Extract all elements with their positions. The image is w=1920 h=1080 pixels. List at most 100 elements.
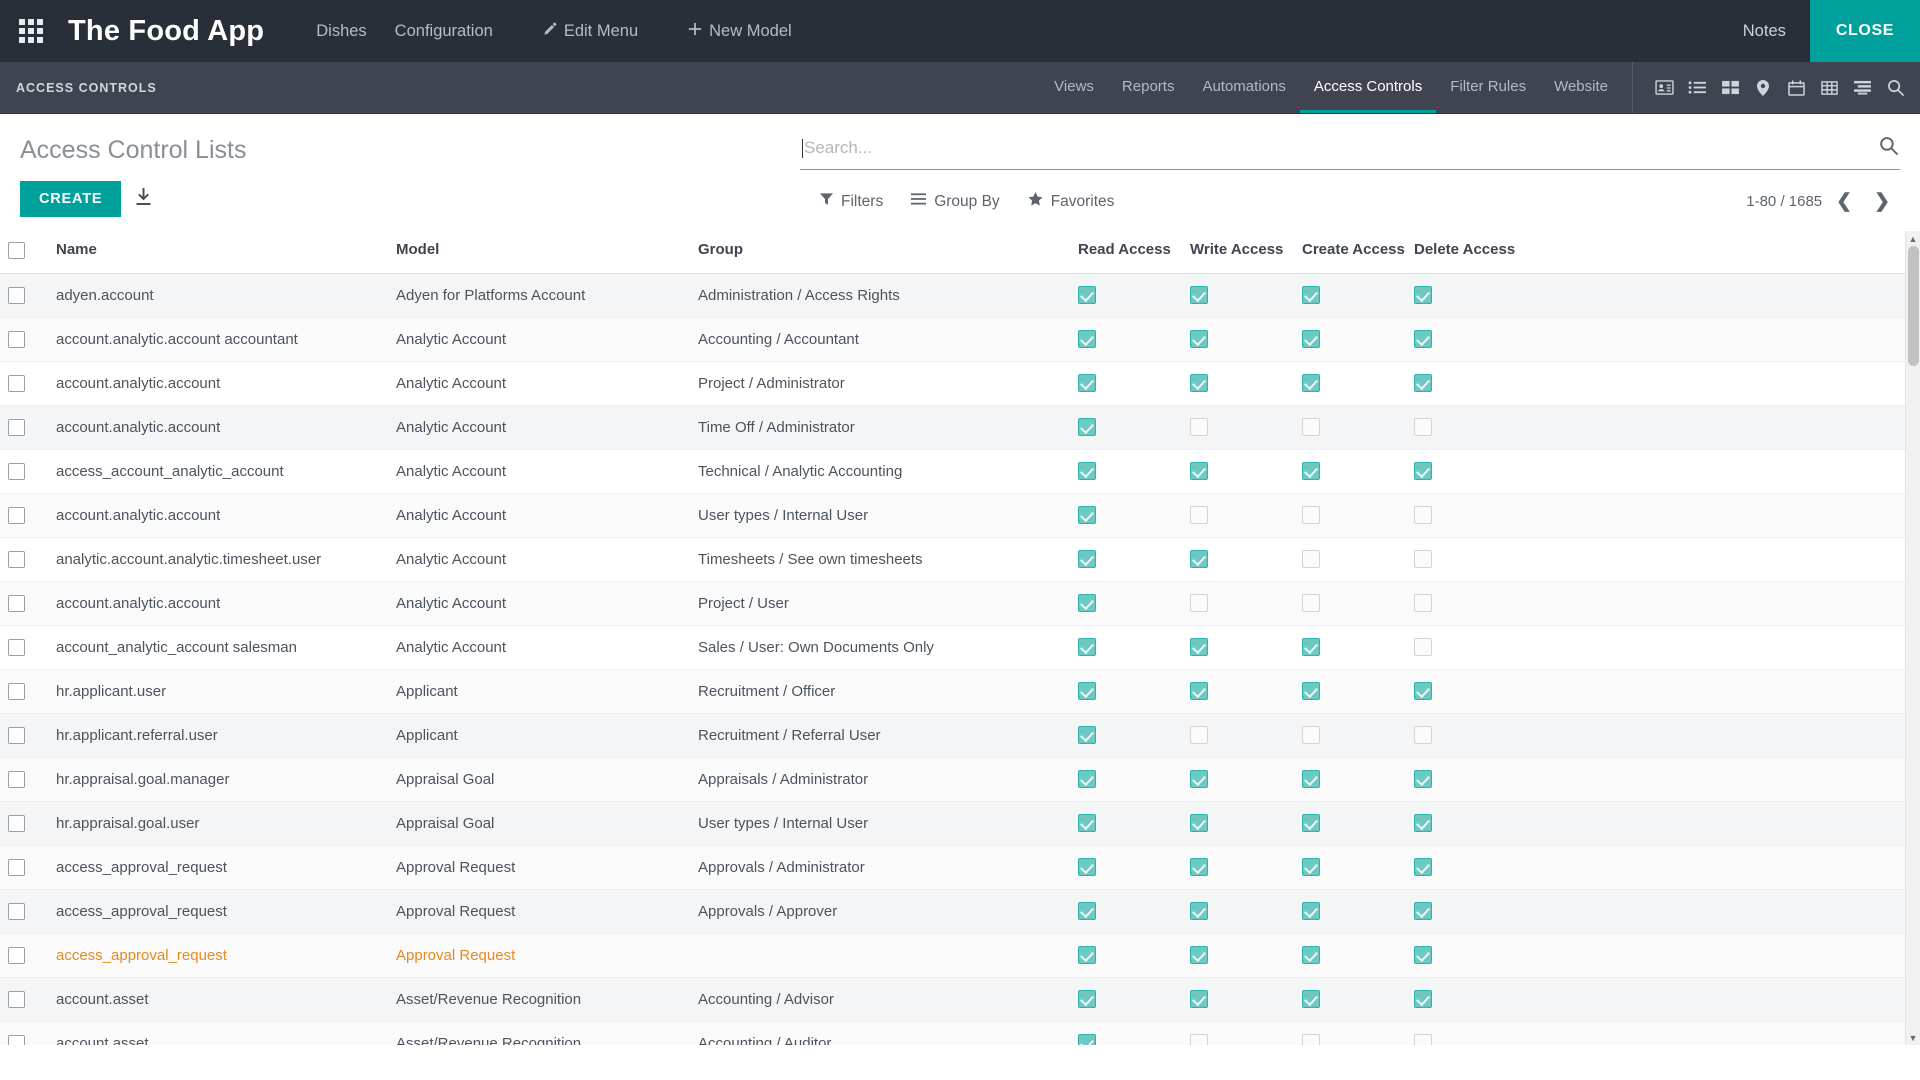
create-access-checkbox[interactable] bbox=[1302, 462, 1320, 481]
filters-button[interactable]: Filters bbox=[802, 188, 897, 215]
row-select-checkbox[interactable] bbox=[8, 550, 25, 568]
tab-filter-rules[interactable]: Filter Rules bbox=[1436, 62, 1540, 113]
contact-card-icon[interactable] bbox=[1649, 73, 1679, 103]
create-access-checkbox[interactable] bbox=[1302, 902, 1320, 921]
delete-access-checkbox[interactable] bbox=[1414, 506, 1432, 525]
row-select-checkbox[interactable] bbox=[8, 1034, 25, 1045]
table-row[interactable]: access_approval_request Approval Request A… bbox=[0, 845, 1905, 890]
menu-item-edit-menu[interactable]: Edit Menu bbox=[529, 0, 652, 62]
cell-name[interactable]: hr.applicant.referral.user bbox=[48, 713, 388, 758]
cell-name[interactable]: hr.appraisal.goal.user bbox=[48, 801, 388, 846]
create-access-checkbox[interactable] bbox=[1302, 374, 1320, 393]
tab-reports[interactable]: Reports bbox=[1108, 62, 1189, 113]
cell-model[interactable]: Approval Request bbox=[388, 845, 690, 890]
read-access-checkbox[interactable] bbox=[1078, 726, 1096, 745]
chevron-right-icon[interactable]: ❯ bbox=[1866, 190, 1898, 213]
cell-group[interactable]: Project / User bbox=[690, 581, 1070, 626]
table-row[interactable]: account.analytic.account Analytic Account… bbox=[0, 361, 1905, 406]
cell-name[interactable]: account.analytic.account bbox=[48, 581, 388, 626]
notes-button[interactable]: Notes bbox=[1719, 0, 1810, 62]
delete-access-checkbox[interactable] bbox=[1414, 286, 1432, 305]
cell-model[interactable]: Approval Request bbox=[388, 889, 690, 934]
read-access-checkbox[interactable] bbox=[1078, 418, 1096, 437]
create-access-checkbox[interactable] bbox=[1302, 814, 1320, 833]
read-access-checkbox[interactable] bbox=[1078, 1034, 1096, 1045]
cell-model[interactable]: Appraisal Goal bbox=[388, 757, 690, 802]
row-select-checkbox[interactable] bbox=[8, 506, 25, 524]
write-access-checkbox[interactable] bbox=[1190, 330, 1208, 349]
read-access-checkbox[interactable] bbox=[1078, 638, 1096, 657]
create-access-checkbox[interactable] bbox=[1302, 858, 1320, 877]
cell-group[interactable]: Recruitment / Referral User bbox=[690, 713, 1070, 758]
menu-item-configuration[interactable]: Configuration bbox=[381, 0, 507, 62]
write-access-checkbox[interactable] bbox=[1190, 682, 1208, 701]
cell-model[interactable]: Applicant bbox=[388, 669, 690, 714]
cell-model[interactable]: Analytic Account bbox=[388, 405, 690, 450]
cell-group[interactable]: Timesheets / See own timesheets bbox=[690, 537, 1070, 582]
search-input[interactable] bbox=[804, 138, 1869, 158]
pivot-table-icon[interactable] bbox=[1814, 73, 1844, 103]
cell-group[interactable]: Approvals / Administrator bbox=[690, 845, 1070, 890]
write-access-checkbox[interactable] bbox=[1190, 990, 1208, 1009]
cell-group[interactable]: Approvals / Approver bbox=[690, 889, 1070, 934]
table-row[interactable]: hr.appraisal.goal.manager Appraisal Goal A… bbox=[0, 757, 1905, 802]
row-select-checkbox[interactable] bbox=[8, 462, 25, 480]
delete-access-checkbox[interactable] bbox=[1414, 770, 1432, 789]
menu-item-new-model[interactable]: New Model bbox=[674, 0, 806, 62]
write-access-checkbox[interactable] bbox=[1190, 462, 1208, 481]
cell-group[interactable]: Accounting / Accountant bbox=[690, 317, 1070, 362]
column-header-model[interactable]: Model bbox=[388, 231, 690, 274]
cell-group[interactable]: Project / Administrator bbox=[690, 361, 1070, 406]
write-access-checkbox[interactable] bbox=[1190, 418, 1208, 437]
table-row[interactable]: account.analytic.account Analytic Account… bbox=[0, 493, 1905, 538]
scroll-up-arrow[interactable]: ▲ bbox=[1906, 231, 1920, 246]
delete-access-checkbox[interactable] bbox=[1414, 330, 1432, 349]
delete-access-checkbox[interactable] bbox=[1414, 550, 1432, 569]
table-row[interactable]: account_analytic_account salesman Analyti… bbox=[0, 625, 1905, 670]
menu-item-dishes[interactable]: Dishes bbox=[302, 0, 380, 62]
read-access-checkbox[interactable] bbox=[1078, 286, 1096, 305]
create-access-checkbox[interactable] bbox=[1302, 1034, 1320, 1045]
read-access-checkbox[interactable] bbox=[1078, 902, 1096, 921]
select-all-checkbox[interactable] bbox=[8, 241, 25, 259]
read-access-checkbox[interactable] bbox=[1078, 594, 1096, 613]
cell-name[interactable]: access_approval_request bbox=[48, 933, 388, 978]
gantt-icon[interactable] bbox=[1847, 73, 1877, 103]
favorites-button[interactable]: Favorites bbox=[1014, 188, 1129, 215]
create-access-checkbox[interactable] bbox=[1302, 990, 1320, 1009]
read-access-checkbox[interactable] bbox=[1078, 550, 1096, 569]
list-view-icon[interactable] bbox=[1682, 73, 1712, 103]
cell-group[interactable]: Time Off / Administrator bbox=[690, 405, 1070, 450]
cell-model[interactable]: Analytic Account bbox=[388, 581, 690, 626]
table-row[interactable]: account.analytic.account Analytic Account… bbox=[0, 581, 1905, 626]
cell-group[interactable]: User types / Internal User bbox=[690, 801, 1070, 846]
delete-access-checkbox[interactable] bbox=[1414, 990, 1432, 1009]
delete-access-checkbox[interactable] bbox=[1414, 858, 1432, 877]
row-select-checkbox[interactable] bbox=[8, 902, 25, 920]
column-header-name[interactable]: Name bbox=[48, 231, 388, 274]
column-header-write-access[interactable]: Write Access bbox=[1182, 231, 1294, 274]
write-access-checkbox[interactable] bbox=[1190, 1034, 1208, 1045]
column-header-delete-access[interactable]: Delete Access bbox=[1406, 231, 1518, 274]
write-access-checkbox[interactable] bbox=[1190, 374, 1208, 393]
write-access-checkbox[interactable] bbox=[1190, 506, 1208, 525]
delete-access-checkbox[interactable] bbox=[1414, 814, 1432, 833]
table-row[interactable]: hr.applicant.referral.user Applicant Recru… bbox=[0, 713, 1905, 758]
apps-menu-button[interactable] bbox=[0, 0, 62, 62]
cell-model[interactable]: Analytic Account bbox=[388, 361, 690, 406]
write-access-checkbox[interactable] bbox=[1190, 594, 1208, 613]
table-row[interactable]: access_account_analytic_account Analytic … bbox=[0, 449, 1905, 494]
cell-name[interactable]: account.analytic.account bbox=[48, 361, 388, 406]
read-access-checkbox[interactable] bbox=[1078, 946, 1096, 965]
search-icon[interactable] bbox=[1869, 136, 1898, 160]
download-icon[interactable] bbox=[135, 187, 152, 211]
write-access-checkbox[interactable] bbox=[1190, 902, 1208, 921]
tab-views[interactable]: Views bbox=[1040, 62, 1108, 113]
cell-name[interactable]: account.asset bbox=[48, 977, 388, 1022]
cell-model[interactable]: Appraisal Goal bbox=[388, 801, 690, 846]
cell-group[interactable]: Technical / Analytic Accounting bbox=[690, 449, 1070, 494]
read-access-checkbox[interactable] bbox=[1078, 814, 1096, 833]
table-row[interactable]: hr.appraisal.goal.user Appraisal Goal User… bbox=[0, 801, 1905, 846]
read-access-checkbox[interactable] bbox=[1078, 858, 1096, 877]
read-access-checkbox[interactable] bbox=[1078, 462, 1096, 481]
